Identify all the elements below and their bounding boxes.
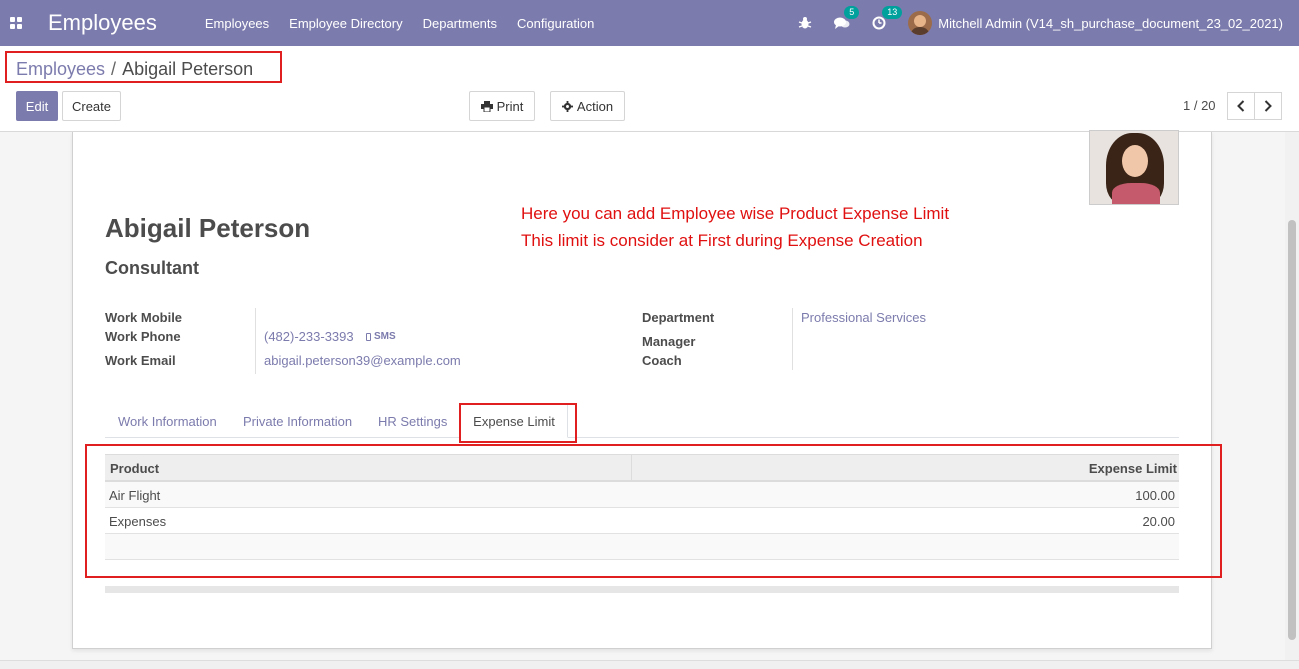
employee-job-title: Consultant xyxy=(105,258,199,278)
work-email-value[interactable]: abigail.peterson39@example.com xyxy=(264,353,461,368)
create-button[interactable]: Create xyxy=(62,91,121,121)
edit-button[interactable]: Edit xyxy=(16,91,58,121)
menu-item-employees[interactable]: Employees xyxy=(205,16,269,31)
employee-photo[interactable] xyxy=(1089,130,1179,205)
page-scrollbar[interactable] xyxy=(1285,132,1299,662)
breadcrumb-employees-link[interactable]: Employees xyxy=(16,59,105,79)
field-divider-left xyxy=(255,308,256,374)
breadcrumb-separator: / xyxy=(111,59,117,79)
pager-value[interactable]: 1 / 20 xyxy=(1183,98,1216,113)
employee-name: Abigail Peterson xyxy=(105,213,311,243)
tab-work-information[interactable]: Work Information xyxy=(118,414,217,429)
activities-badge: 13 xyxy=(882,6,903,19)
print-label: Print xyxy=(496,98,524,114)
table-row[interactable]: Expenses 20.00 xyxy=(105,508,1179,534)
mobile-phone-icon xyxy=(366,332,371,341)
sms-label: SMS xyxy=(374,331,396,342)
column-header-product[interactable]: Product xyxy=(110,461,159,476)
table-footer xyxy=(105,586,1179,593)
manager-label: Manager xyxy=(642,334,696,349)
work-email-label: Work Email xyxy=(105,353,176,368)
tab-private-information[interactable]: Private Information xyxy=(243,414,352,429)
scrollbar-thumb[interactable] xyxy=(1288,220,1296,640)
annotation-line-2: This limit is consider at First during E… xyxy=(521,231,923,250)
top-navbar: Employees Employees Employee Directory D… xyxy=(0,0,1299,46)
field-divider-right xyxy=(792,308,793,370)
messages-badge: 5 xyxy=(844,6,860,19)
gear-icon xyxy=(561,100,573,112)
pager-next-button[interactable] xyxy=(1254,92,1282,120)
cell-expense-limit: 20.00 xyxy=(1142,514,1175,529)
app-title[interactable]: Employees xyxy=(48,10,157,36)
chevron-left-icon xyxy=(1237,100,1245,112)
cell-product: Air Flight xyxy=(109,488,161,503)
bottom-edge xyxy=(0,660,1299,669)
expense-limit-table: Product Expense Limit Air Flight 100.00 … xyxy=(105,454,1179,560)
sms-button[interactable]: SMS xyxy=(366,331,396,342)
breadcrumb-current: Abigail Peterson xyxy=(122,59,254,79)
tab-expense-limit[interactable]: Expense Limit xyxy=(460,404,568,438)
pager-previous-button[interactable] xyxy=(1227,92,1255,120)
systray: 5 13 Mitchell Admin (V14_sh_purchase_doc… xyxy=(798,0,1299,46)
cell-expense-limit: 100.00 xyxy=(1135,488,1175,503)
tabs-underline xyxy=(105,437,1179,438)
work-phone-value[interactable]: (482)-233-3393 xyxy=(264,329,354,344)
apps-menu-icon[interactable] xyxy=(0,0,32,46)
activities-clock-icon[interactable]: 13 xyxy=(872,6,903,30)
control-panel: Employees / Abigail Peterson Edit Create P… xyxy=(0,46,1299,132)
debug-bug-icon[interactable] xyxy=(798,16,812,30)
main-menu: Employees Employee Directory Departments… xyxy=(205,16,615,31)
coach-label: Coach xyxy=(642,353,682,368)
table-row[interactable]: Air Flight 100.00 xyxy=(105,482,1179,508)
print-icon xyxy=(480,100,493,112)
table-empty-row[interactable] xyxy=(105,534,1179,560)
user-name: Mitchell Admin (V14_sh_purchase_document… xyxy=(938,15,1283,31)
print-button[interactable]: Print xyxy=(469,91,535,121)
table-header: Product Expense Limit xyxy=(105,454,1179,482)
messages-icon[interactable]: 5 xyxy=(834,6,860,30)
user-avatar xyxy=(908,11,933,35)
tab-hr-settings[interactable]: HR Settings xyxy=(378,414,447,429)
department-value[interactable]: Professional Services xyxy=(801,310,926,325)
work-mobile-label: Work Mobile xyxy=(105,310,183,325)
menu-item-configuration[interactable]: Configuration xyxy=(517,16,594,31)
action-button[interactable]: Action xyxy=(550,91,625,121)
work-phone-label: Work Phone xyxy=(105,329,181,344)
breadcrumb: Employees / Abigail Peterson xyxy=(16,59,253,80)
department-label: Department xyxy=(642,310,715,325)
menu-item-departments[interactable]: Departments xyxy=(423,16,497,31)
column-header-expense-limit[interactable]: Expense Limit xyxy=(631,454,1179,482)
action-label: Action xyxy=(576,98,614,114)
cell-product: Expenses xyxy=(109,514,167,529)
annotation-line-1: Here you can add Employee wise Product E… xyxy=(521,204,950,223)
menu-item-employee-directory[interactable]: Employee Directory xyxy=(289,16,402,31)
chevron-right-icon xyxy=(1264,100,1272,112)
user-menu[interactable]: Mitchell Admin (V14_sh_purchase_document… xyxy=(908,11,1283,35)
